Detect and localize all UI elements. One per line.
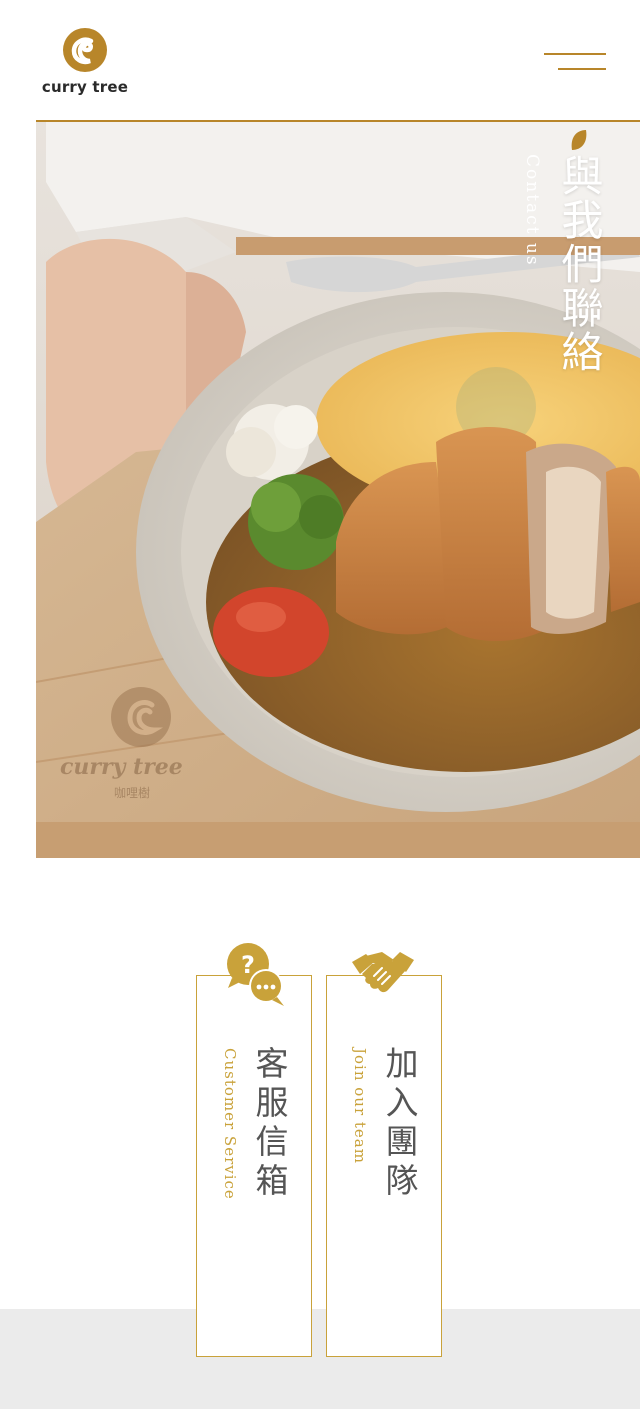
logo-mark-icon [63,28,107,72]
svg-text:?: ? [241,951,255,979]
customer-service-card[interactable]: 客服信箱 Customer Service [196,975,312,1357]
hero-title: Contact us 與我們聯絡 [522,130,612,424]
menu-button[interactable] [540,50,606,74]
join-team-title-zh: 加入團隊 [380,1046,419,1202]
logo-text: curry tree [41,78,129,96]
leaf-icon [571,130,587,150]
hero-image: curry tree 咖哩樹 Contact us 與我們聯絡 [36,120,640,858]
handshake-icon [352,952,414,993]
customer-service-title-zh: 客服信箱 [250,1046,289,1202]
hero-title-en: Contact us [522,154,542,267]
tray-watermark-name: curry tree [60,754,183,780]
menu-line-top [544,53,606,55]
footer-band [0,1309,640,1409]
tray-watermark [111,687,171,747]
join-team-title-en: Join our team [351,1048,369,1164]
site-header: curry tree [0,0,640,120]
menu-line-bottom [558,68,606,70]
join-team-card[interactable]: 加入團隊 Join our team [326,975,442,1357]
hero-title-zh: 與我們聯絡 [555,154,604,374]
tray-watermark-sub: 咖哩樹 [114,785,150,800]
chat-question-icon: ? [227,943,284,1006]
brand-logo[interactable]: curry tree [38,28,132,100]
customer-service-title-en: Customer Service [221,1048,239,1200]
